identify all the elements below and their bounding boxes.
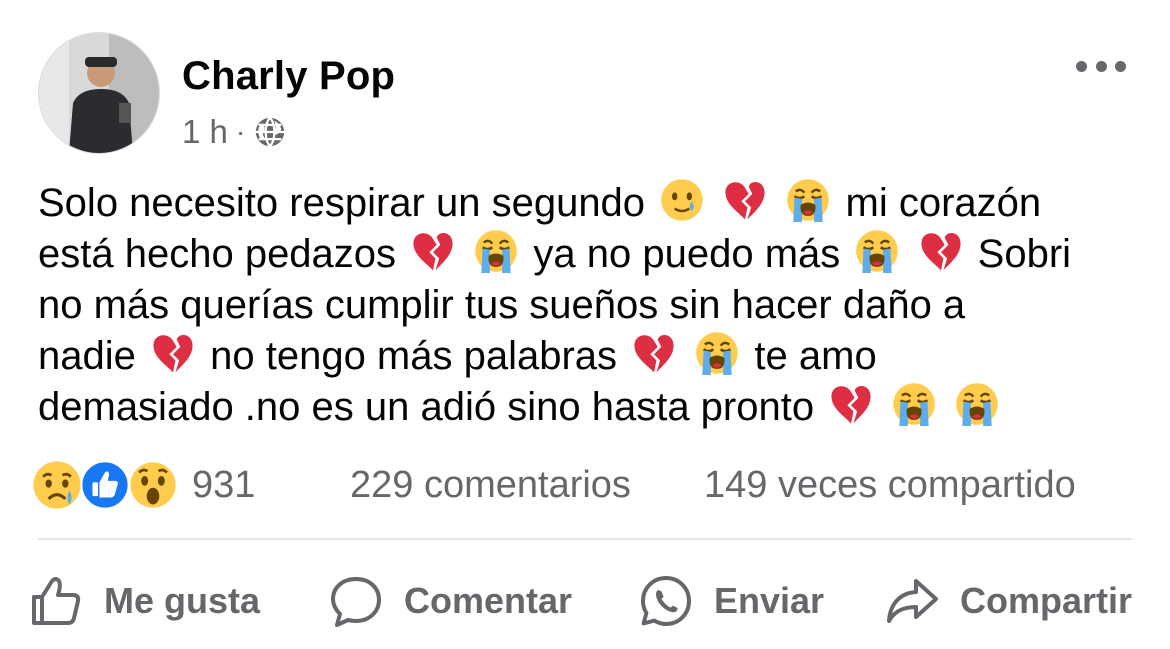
post-header: Charly Pop 1 h · <box>38 32 1138 157</box>
post-text-line: Solo necesito respirar un segundo mi cor… <box>38 178 1143 229</box>
reaction-icons[interactable] <box>32 460 182 514</box>
avatar[interactable] <box>38 32 160 154</box>
sad-reaction-icon <box>33 461 81 509</box>
comment-button[interactable]: Comentar <box>328 566 572 636</box>
more-dot-icon <box>1095 60 1107 72</box>
more-dot-icon <box>1076 60 1087 72</box>
loudly-crying-face-icon <box>787 179 830 222</box>
loudly-crying-face-icon <box>893 383 936 426</box>
globe-icon <box>256 117 285 147</box>
post-text-line: está hecho pedazos ya no puedo más Sobri <box>38 229 1143 280</box>
thumbs-up-icon <box>32 577 81 625</box>
post-text-segment: está hecho pedazos <box>38 232 408 276</box>
broken-heart-icon <box>831 386 871 424</box>
post-text-segment: no más querías cumplir tus sueños sin ha… <box>38 283 966 327</box>
share-arrow-icon <box>887 579 938 623</box>
post-text: Solo necesito respirar un segundo mi cor… <box>38 178 1143 433</box>
post-text-line: demasiado .no es un adió sino hasta pron… <box>38 382 1143 433</box>
share-button[interactable]: Compartir <box>884 566 1132 636</box>
post-text-segment: Sobri <box>977 232 1072 276</box>
more-dot-icon <box>1115 60 1126 72</box>
whatsapp-icon <box>641 576 691 626</box>
broken-heart-icon <box>725 182 765 220</box>
send-label: Enviar <box>714 580 825 621</box>
loudly-crying-face-icon <box>475 230 518 273</box>
post-text-line: no más querías cumplir tus sueños sin ha… <box>38 280 1143 331</box>
avatar-photo <box>39 33 159 153</box>
post-meta: 1 h · <box>182 112 287 152</box>
meta-separator: · <box>235 116 246 147</box>
post-text-segment: nadie <box>38 334 147 378</box>
like-label: Me gusta <box>104 580 261 621</box>
share-label: Compartir <box>960 580 1133 621</box>
loudly-crying-face-icon <box>856 230 899 273</box>
author-name[interactable]: Charly Pop <box>182 54 395 99</box>
broken-heart-icon <box>413 233 453 271</box>
loudly-crying-face-icon <box>956 383 999 426</box>
comments-count[interactable]: 229 comentarios <box>350 464 631 507</box>
post-time[interactable]: 1 h <box>182 113 228 151</box>
comment-label: Comentar <box>404 580 573 621</box>
broken-heart-icon <box>920 233 961 271</box>
wow-reaction-icon <box>128 460 178 510</box>
like-button[interactable]: Me gusta <box>28 566 260 636</box>
post-text-segment: mi corazón <box>845 181 1042 225</box>
post-stats: 931 229 comentarios 149 veces compartido <box>32 456 1137 516</box>
post-text-segment: demasiado .no es un adió sino hasta pron… <box>38 385 826 429</box>
reaction-count[interactable]: 931 <box>192 464 255 507</box>
shares-count[interactable]: 149 veces compartido <box>704 464 1076 507</box>
smiling-face-with-tear-icon <box>661 179 703 221</box>
loudly-crying-face-icon <box>696 332 739 375</box>
post-text-segment: Solo necesito respirar un segundo <box>38 181 657 225</box>
post-text-line: nadie no tengo más palabras te amo <box>38 331 1143 382</box>
broken-heart-icon <box>153 335 193 373</box>
divider <box>38 538 1132 540</box>
post-text-segment: no tengo más palabras <box>210 334 629 378</box>
send-button[interactable]: Enviar <box>638 566 824 636</box>
like-reaction-icon <box>80 460 130 510</box>
more-options-button[interactable] <box>1076 56 1126 76</box>
post-text-segment: te amo <box>754 334 877 378</box>
comment-bubble-icon <box>331 577 381 627</box>
post-text-segment: ya no puedo más <box>533 232 852 276</box>
broken-heart-icon <box>634 335 674 373</box>
action-bar: Me gusta Comentar Enviar Compartir <box>0 560 1170 640</box>
